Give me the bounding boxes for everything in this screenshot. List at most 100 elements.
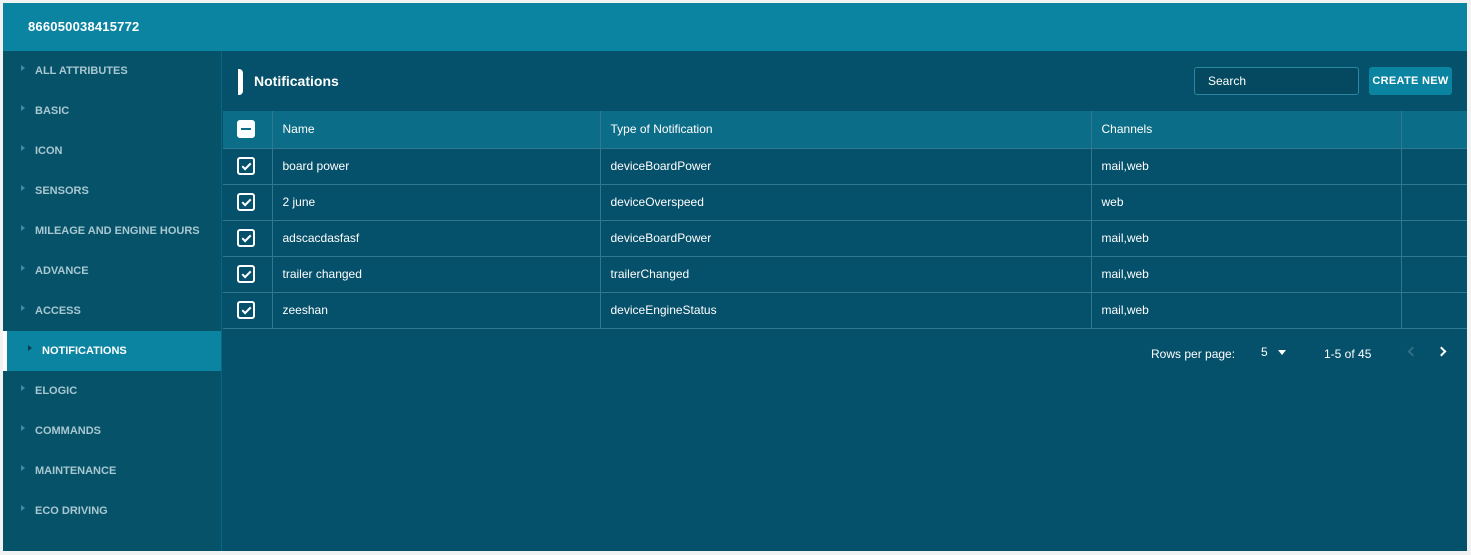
- row-channels: mail,web: [1091, 256, 1402, 292]
- table-header-row: Name Type of Notification Channels: [223, 111, 1467, 148]
- caret-right-icon: [21, 265, 25, 271]
- sidebar-item-basic[interactable]: BASIC: [3, 91, 221, 131]
- row-name: trailer changed: [272, 256, 601, 292]
- caret-right-icon: [21, 185, 25, 191]
- row-actions: [1401, 256, 1467, 292]
- rows-per-page-label: Rows per page:: [1151, 347, 1236, 361]
- chevron-right-icon: [1436, 346, 1447, 357]
- sidebar-item-notifications[interactable]: NOTIFICATIONS: [3, 331, 221, 371]
- rows-per-page-select[interactable]: 5: [1261, 345, 1268, 359]
- sidebar-item-label: ECO DRIVING: [35, 505, 108, 517]
- row-checkbox[interactable]: [237, 301, 255, 319]
- row-checkbox[interactable]: [237, 265, 255, 283]
- column-header-type[interactable]: Type of Notification: [600, 111, 1092, 148]
- row-checkbox[interactable]: [237, 193, 255, 211]
- sidebar-item-label: SENSORS: [35, 185, 89, 197]
- sidebar-item-maintenance[interactable]: MAINTENANCE: [3, 451, 221, 491]
- pagination: Rows per page: 5 1-5 of 45: [223, 331, 1467, 375]
- row-actions: [1401, 292, 1467, 328]
- sidebar-item-label: MILEAGE AND ENGINE HOURS: [35, 225, 200, 237]
- caret-right-icon: [28, 345, 32, 351]
- row-select-cell: [223, 256, 273, 292]
- table-row[interactable]: board power deviceBoardPower mail,web: [223, 148, 1467, 184]
- chevron-left-icon: [1407, 346, 1418, 357]
- row-name: adscacdasfasf: [272, 220, 601, 256]
- sidebar-item-label: ADVANCE: [35, 265, 89, 277]
- row-checkbox[interactable]: [237, 157, 255, 175]
- sidebar-item-commands[interactable]: COMMANDS: [3, 411, 221, 451]
- table-row[interactable]: adscacdasfasf deviceBoardPower mail,web: [223, 220, 1467, 256]
- row-actions: [1401, 148, 1467, 184]
- sidebar-item-label: NOTIFICATIONS: [42, 345, 127, 357]
- row-channels: mail,web: [1091, 220, 1402, 256]
- heading-accent: [238, 69, 243, 95]
- sidebar-item-mileage-engine-hours[interactable]: MILEAGE AND ENGINE HOURS: [3, 211, 221, 251]
- checkmark-icon: [241, 268, 251, 278]
- sidebar-item-sensors[interactable]: SENSORS: [3, 171, 221, 211]
- caret-right-icon: [21, 225, 25, 231]
- table-row[interactable]: zeeshan deviceEngineStatus mail,web: [223, 292, 1467, 328]
- dropdown-caret-icon[interactable]: [1278, 350, 1286, 355]
- sidebar-item-icon[interactable]: ICON: [3, 131, 221, 171]
- table-row[interactable]: 2 june deviceOverspeed web: [223, 184, 1467, 220]
- caret-right-icon: [21, 305, 25, 311]
- column-header-actions: [1401, 111, 1467, 148]
- select-all-cell: [223, 111, 273, 148]
- caret-right-icon: [21, 105, 25, 111]
- sidebar-item-all-attributes[interactable]: ALL ATTRIBUTES: [3, 51, 221, 91]
- sidebar-item-advance[interactable]: ADVANCE: [3, 251, 221, 291]
- checkmark-icon: [241, 160, 251, 170]
- create-new-button[interactable]: CREATE NEW: [1369, 67, 1452, 95]
- sidebar-item-label: MAINTENANCE: [35, 465, 117, 477]
- indeterminate-icon: [241, 128, 251, 131]
- next-page-button[interactable]: [1435, 344, 1451, 360]
- sidebar-item-access[interactable]: ACCESS: [3, 291, 221, 331]
- row-select-cell: [223, 292, 273, 328]
- row-type: deviceBoardPower: [600, 148, 1092, 184]
- sidebar-item-elogic[interactable]: ELOGIC: [3, 371, 221, 411]
- row-select-cell: [223, 148, 273, 184]
- sidebar-item-label: BASIC: [35, 105, 70, 117]
- caret-right-icon: [21, 425, 25, 431]
- sidebar-item-label: ELOGIC: [35, 385, 78, 397]
- notifications-table: Name Type of Notification Channels board…: [223, 111, 1467, 329]
- checkmark-icon: [241, 196, 251, 206]
- row-checkbox[interactable]: [237, 229, 255, 247]
- caret-right-icon: [21, 385, 25, 391]
- column-header-name[interactable]: Name: [272, 111, 601, 148]
- row-type: deviceBoardPower: [600, 220, 1092, 256]
- row-channels: mail,web: [1091, 148, 1402, 184]
- table-row[interactable]: trailer changed trailerChanged mail,web: [223, 256, 1467, 292]
- row-type: deviceEngineStatus: [600, 292, 1092, 328]
- caret-right-icon: [21, 505, 25, 511]
- caret-right-icon: [21, 145, 25, 151]
- column-header-channels[interactable]: Channels: [1091, 111, 1402, 148]
- main-panel: Notifications CREATE NEW Name Type of No…: [223, 51, 1467, 551]
- row-type: deviceOverspeed: [600, 184, 1092, 220]
- sidebar: ALL ATTRIBUTES BASIC ICON SENSORS MILEAG…: [3, 51, 222, 551]
- device-title: 866050038415772: [3, 3, 1467, 51]
- sidebar-item-eco-driving[interactable]: ECO DRIVING: [3, 491, 221, 531]
- row-select-cell: [223, 220, 273, 256]
- caret-right-icon: [21, 465, 25, 471]
- row-select-cell: [223, 184, 273, 220]
- page-title: Notifications: [254, 73, 339, 89]
- row-channels: web: [1091, 184, 1402, 220]
- checkmark-icon: [241, 304, 251, 314]
- row-channels: mail,web: [1091, 292, 1402, 328]
- sidebar-item-label: ACCESS: [35, 305, 81, 317]
- page-range: 1-5 of 45: [1324, 347, 1372, 361]
- app-window: 866050038415772 ALL ATTRIBUTES BASIC ICO…: [3, 3, 1467, 551]
- row-name: board power: [272, 148, 601, 184]
- previous-page-button[interactable]: [1403, 344, 1419, 360]
- row-actions: [1401, 220, 1467, 256]
- row-type: trailerChanged: [600, 256, 1092, 292]
- row-name: 2 june: [272, 184, 601, 220]
- select-all-checkbox[interactable]: [237, 120, 255, 139]
- checkmark-icon: [241, 232, 251, 242]
- sidebar-item-label: ALL ATTRIBUTES: [35, 65, 128, 77]
- caret-right-icon: [21, 65, 25, 71]
- sidebar-item-label: COMMANDS: [35, 425, 101, 437]
- sidebar-item-label: ICON: [35, 145, 63, 157]
- search-input[interactable]: [1194, 67, 1359, 95]
